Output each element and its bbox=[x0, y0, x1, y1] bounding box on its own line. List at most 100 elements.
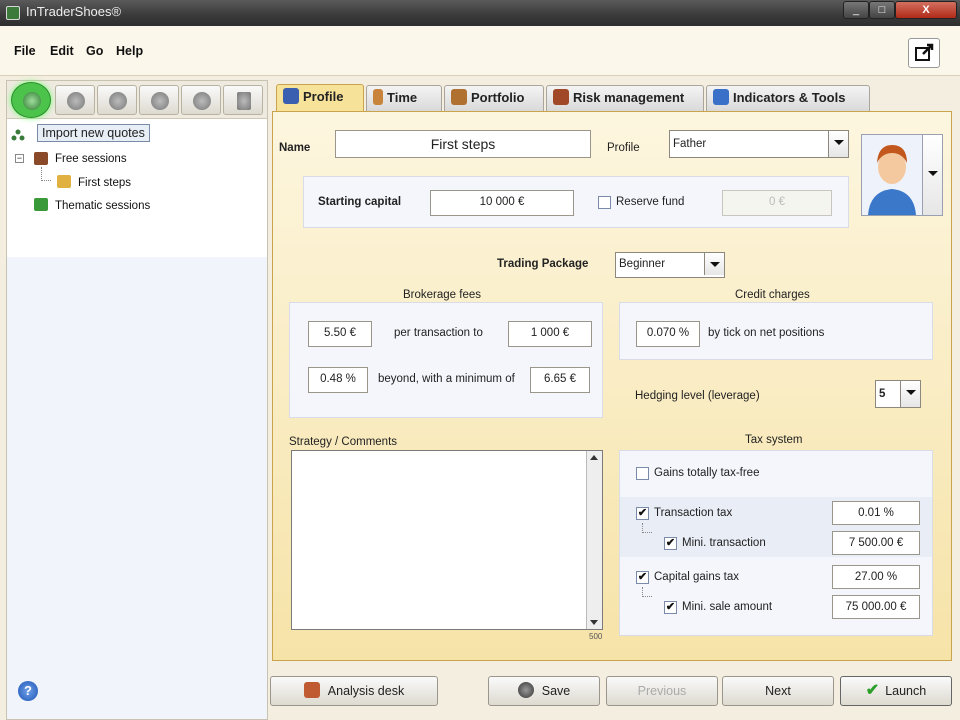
checkmark-icon: ✔ bbox=[865, 682, 880, 699]
name-input[interactable]: First steps bbox=[335, 130, 591, 158]
import-quotes-button[interactable] bbox=[11, 82, 51, 118]
tax-free-label: Gains totally tax-free bbox=[654, 467, 760, 479]
chevron-down-icon bbox=[704, 253, 724, 275]
fee-per-transaction-input[interactable]: 5.50 € bbox=[308, 321, 372, 347]
scrollbar[interactable] bbox=[586, 451, 602, 629]
tree-item-thematic-sessions[interactable]: Thematic sessions bbox=[55, 200, 150, 212]
tax-free-checkbox[interactable] bbox=[636, 467, 649, 480]
mini-sale-input[interactable]: 75 000.00 € bbox=[832, 595, 920, 619]
beyond-label: beyond, with a minimum of bbox=[378, 373, 515, 385]
tab-label: Time bbox=[387, 90, 418, 105]
launch-button[interactable]: ✔ Launch bbox=[840, 676, 952, 706]
menu-edit[interactable]: Edit bbox=[50, 44, 74, 58]
char-limit: 500 bbox=[589, 632, 603, 641]
remove-file-button[interactable] bbox=[223, 85, 263, 115]
add-session-button[interactable] bbox=[55, 85, 95, 115]
profile-select[interactable]: Father bbox=[669, 130, 849, 158]
risk-icon bbox=[553, 89, 569, 105]
tax-connector bbox=[642, 523, 652, 533]
reserve-fund-input[interactable]: 0 € bbox=[722, 190, 832, 216]
maximize-button[interactable]: □ bbox=[869, 1, 895, 19]
credit-text-label: by tick on net positions bbox=[708, 327, 825, 339]
minimum-fee-input[interactable]: 6.65 € bbox=[530, 367, 590, 393]
menu-file[interactable]: File bbox=[14, 44, 36, 58]
mini-transaction-checkbox[interactable]: ✔ bbox=[664, 537, 677, 550]
import-quotes-icon bbox=[23, 92, 41, 110]
mini-transaction-label: Mini. transaction bbox=[682, 537, 766, 549]
window-title: InTraderShoes® bbox=[26, 4, 122, 19]
tab-profile[interactable]: Profile bbox=[276, 84, 364, 112]
book-icon bbox=[34, 198, 48, 211]
starting-capital-input[interactable]: 10 000 € bbox=[430, 190, 574, 216]
starting-capital-label: Starting capital bbox=[318, 196, 402, 208]
avatar-picker[interactable] bbox=[861, 134, 943, 216]
tree-item-first-steps[interactable]: First steps bbox=[78, 177, 131, 189]
strategy-label: Strategy / Comments bbox=[289, 436, 398, 448]
save-label: Save bbox=[541, 684, 571, 698]
next-button[interactable]: Next bbox=[722, 676, 834, 706]
avatar bbox=[862, 135, 922, 215]
person-icon bbox=[283, 88, 299, 104]
capital-gains-checkbox[interactable]: ✔ bbox=[636, 571, 649, 584]
minimize-button[interactable]: _ bbox=[843, 1, 869, 19]
hedging-select[interactable]: 5 bbox=[875, 380, 921, 408]
help-icon[interactable]: ? bbox=[18, 681, 38, 701]
analysis-desk-button[interactable]: Analysis desk bbox=[270, 676, 438, 706]
mini-transaction-input[interactable]: 7 500.00 € bbox=[832, 531, 920, 555]
tab-indicators-tools[interactable]: Indicators & Tools bbox=[706, 85, 870, 111]
reserve-fund-checkbox[interactable] bbox=[598, 196, 611, 209]
mini-sale-checkbox[interactable]: ✔ bbox=[664, 601, 677, 614]
delete-session-button[interactable] bbox=[139, 85, 179, 115]
transaction-tax-label: Transaction tax bbox=[654, 507, 733, 519]
collapse-toggle[interactable]: − bbox=[15, 154, 24, 163]
chart-icon bbox=[713, 89, 729, 105]
trading-package-label: Trading Package bbox=[497, 258, 589, 270]
capital-gains-input[interactable]: 27.00 % bbox=[832, 565, 920, 589]
scroll-down-icon[interactable] bbox=[590, 620, 598, 625]
credit-charges-title: Credit charges bbox=[735, 289, 810, 301]
transaction-tax-input[interactable]: 0.01 % bbox=[832, 501, 920, 525]
briefcase-icon bbox=[451, 89, 467, 105]
scroll-up-icon[interactable] bbox=[590, 455, 598, 460]
avatar-dropdown[interactable] bbox=[922, 135, 942, 215]
tab-time[interactable]: Time bbox=[366, 85, 442, 111]
view-session-button[interactable] bbox=[181, 85, 221, 115]
trading-package-select[interactable]: Beginner bbox=[615, 252, 725, 278]
launch-label: Launch bbox=[885, 684, 927, 698]
app-icon bbox=[6, 6, 20, 20]
hourglass-icon bbox=[373, 89, 383, 105]
tax-system-title: Tax system bbox=[745, 434, 803, 446]
menu-help[interactable]: Help bbox=[116, 44, 143, 58]
menu-go[interactable]: Go bbox=[86, 44, 103, 58]
folder-icon bbox=[57, 175, 71, 188]
mini-sale-label: Mini. sale amount bbox=[682, 601, 773, 613]
save-icon bbox=[517, 682, 534, 698]
credit-rate-input[interactable]: 0.070 % bbox=[636, 321, 700, 347]
tree-item-free-sessions[interactable]: Free sessions bbox=[55, 153, 127, 165]
previous-button[interactable]: Previous bbox=[606, 676, 718, 706]
chevron-down-icon bbox=[928, 171, 938, 176]
save-button[interactable]: Save bbox=[488, 676, 600, 706]
fee-percentage-input[interactable]: 0.48 % bbox=[308, 367, 368, 393]
transaction-tax-checkbox[interactable]: ✔ bbox=[636, 507, 649, 520]
duplicate-session-button[interactable] bbox=[97, 85, 137, 115]
tab-portfolio[interactable]: Portfolio bbox=[444, 85, 544, 111]
shoe-icon bbox=[34, 152, 48, 165]
name-label: Name bbox=[279, 142, 311, 154]
tab-risk-management[interactable]: Risk management bbox=[546, 85, 704, 111]
close-button[interactable]: X bbox=[895, 1, 957, 19]
strategy-textarea[interactable] bbox=[291, 450, 603, 630]
capital-gains-label: Capital gains tax bbox=[654, 571, 740, 583]
transaction-limit-input[interactable]: 1 000 € bbox=[508, 321, 592, 347]
tab-label: Portfolio bbox=[471, 90, 525, 105]
tooltip: Import new quotes bbox=[37, 124, 150, 142]
hedging-label: Hedging level (leverage) bbox=[635, 390, 760, 402]
profile-label: Profile bbox=[607, 142, 640, 154]
tab-label: Risk management bbox=[573, 90, 685, 105]
export-button[interactable] bbox=[908, 38, 940, 68]
profile-select-value: Father bbox=[673, 138, 707, 150]
per-transaction-label: per transaction to bbox=[394, 327, 483, 339]
tax-group: Gains totally tax-free ✔ Transaction tax… bbox=[619, 450, 933, 636]
brokerage-group: 5.50 € per transaction to 1 000 € 0.48 %… bbox=[289, 302, 603, 418]
export-icon bbox=[915, 43, 934, 61]
